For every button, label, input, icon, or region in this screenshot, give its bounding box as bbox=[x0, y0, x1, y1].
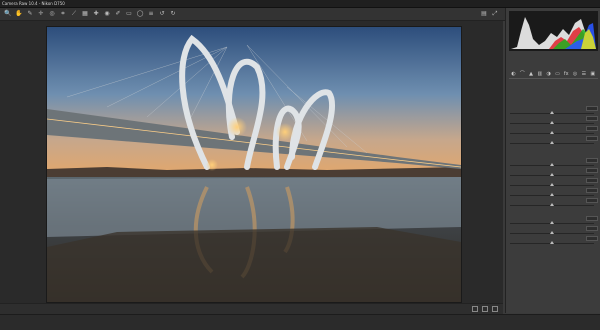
slider-value-field[interactable] bbox=[586, 158, 598, 163]
slider-thumb[interactable] bbox=[550, 221, 554, 224]
panel-tabs: ◐ ⌒ ▲ ▥ ◑ ▭ fx ◎ ☰ ▣ bbox=[509, 70, 598, 79]
camera-info bbox=[509, 53, 598, 67]
graduated-filter-icon[interactable]: ▭ bbox=[125, 10, 133, 18]
rotate-ccw-icon[interactable]: ↺ bbox=[158, 10, 166, 18]
slider-row[interactable] bbox=[510, 168, 598, 178]
lens-tab-icon[interactable]: ▭ bbox=[554, 71, 561, 77]
white-balance-row[interactable] bbox=[510, 94, 598, 102]
slider-thumb[interactable] bbox=[550, 141, 554, 144]
transform-icon[interactable]: ▦ bbox=[81, 10, 89, 18]
window-title: Camera Raw 10.4 - Nikon D750 bbox=[2, 1, 65, 6]
slider-value-field[interactable] bbox=[586, 136, 598, 141]
slider-thumb[interactable] bbox=[550, 111, 554, 114]
slider-row[interactable] bbox=[510, 236, 598, 246]
rotate-cw-icon[interactable]: ↻ bbox=[169, 10, 177, 18]
spot-removal-icon[interactable]: ✚ bbox=[92, 10, 100, 18]
slider-row[interactable] bbox=[510, 188, 598, 198]
effects-tab-icon[interactable]: fx bbox=[563, 71, 570, 77]
filmstrip-icon[interactable]: ▤ bbox=[480, 10, 488, 18]
target-adjust-icon[interactable]: ◎ bbox=[48, 10, 56, 18]
hand-icon[interactable]: ✋ bbox=[15, 10, 23, 18]
slider-value-field[interactable] bbox=[586, 126, 598, 131]
footer-bar bbox=[0, 314, 600, 330]
slider-value-field[interactable] bbox=[586, 106, 598, 111]
slider-row[interactable] bbox=[510, 198, 598, 208]
slider-value-field[interactable] bbox=[586, 236, 598, 241]
slider-thumb[interactable] bbox=[550, 163, 554, 166]
settings-icon[interactable] bbox=[492, 306, 498, 312]
red-eye-icon[interactable]: ◉ bbox=[103, 10, 111, 18]
presets-tab-icon[interactable]: ☰ bbox=[580, 71, 587, 77]
split-toning-tab-icon[interactable]: ◑ bbox=[545, 71, 552, 77]
snapshots-tab-icon[interactable]: ▣ bbox=[589, 71, 596, 77]
slider-row[interactable] bbox=[510, 178, 598, 188]
adjustment-panel: ◐ ⌒ ▲ ▥ ◑ ▭ fx ◎ ☰ ▣ bbox=[505, 8, 600, 313]
slider-thumb[interactable] bbox=[550, 183, 554, 186]
white-balance-icon[interactable]: ✎ bbox=[26, 10, 34, 18]
swap-icon[interactable] bbox=[482, 306, 488, 312]
photo-preview[interactable] bbox=[46, 26, 462, 303]
preferences-icon[interactable]: ≡ bbox=[147, 10, 155, 18]
fullscreen-icon[interactable]: ⤢ bbox=[491, 10, 499, 18]
histogram bbox=[509, 11, 598, 51]
slider-value-field[interactable] bbox=[586, 188, 598, 193]
slider-value-field[interactable] bbox=[586, 116, 598, 121]
radial-filter-icon[interactable]: ◯ bbox=[136, 10, 144, 18]
color-sampler-icon[interactable]: ✛ bbox=[37, 10, 45, 18]
slider-thumb[interactable] bbox=[550, 231, 554, 234]
slider-row[interactable] bbox=[510, 116, 598, 126]
bridge-photo bbox=[47, 27, 461, 302]
status-bar bbox=[0, 303, 503, 314]
slider-value-field[interactable] bbox=[586, 216, 598, 221]
adjustment-brush-icon[interactable]: ✐ bbox=[114, 10, 122, 18]
slider-row[interactable] bbox=[510, 216, 598, 226]
zoom-icon[interactable]: 🔍 bbox=[4, 10, 12, 18]
slider-thumb[interactable] bbox=[550, 193, 554, 196]
slider-row[interactable] bbox=[510, 136, 598, 146]
slider-value-field[interactable] bbox=[586, 198, 598, 203]
before-after-icon[interactable] bbox=[472, 306, 478, 312]
slider-row[interactable] bbox=[510, 126, 598, 136]
title-bar: Camera Raw 10.4 - Nikon D750 bbox=[0, 0, 600, 8]
slider-thumb[interactable] bbox=[550, 203, 554, 206]
slider-value-field[interactable] bbox=[586, 226, 598, 231]
basic-tab-icon[interactable]: ◐ bbox=[510, 71, 517, 77]
slider-value-field[interactable] bbox=[586, 178, 598, 183]
hsl-tab-icon[interactable]: ▥ bbox=[536, 71, 543, 77]
detail-tab-icon[interactable]: ▲ bbox=[528, 71, 535, 77]
slider-thumb[interactable] bbox=[550, 173, 554, 176]
slider-row[interactable] bbox=[510, 106, 598, 116]
straighten-icon[interactable]: ⟋ bbox=[70, 10, 78, 18]
slider-thumb[interactable] bbox=[550, 121, 554, 124]
tone-curve-tab-icon[interactable]: ⌒ bbox=[519, 71, 526, 77]
slider-value-field[interactable] bbox=[586, 168, 598, 173]
slider-thumb[interactable] bbox=[550, 131, 554, 134]
crop-icon[interactable]: ⌗ bbox=[59, 10, 67, 18]
slider-row[interactable] bbox=[510, 226, 598, 236]
slider-row[interactable] bbox=[510, 158, 598, 168]
slider-thumb[interactable] bbox=[550, 241, 554, 244]
calibration-tab-icon[interactable]: ◎ bbox=[572, 71, 579, 77]
